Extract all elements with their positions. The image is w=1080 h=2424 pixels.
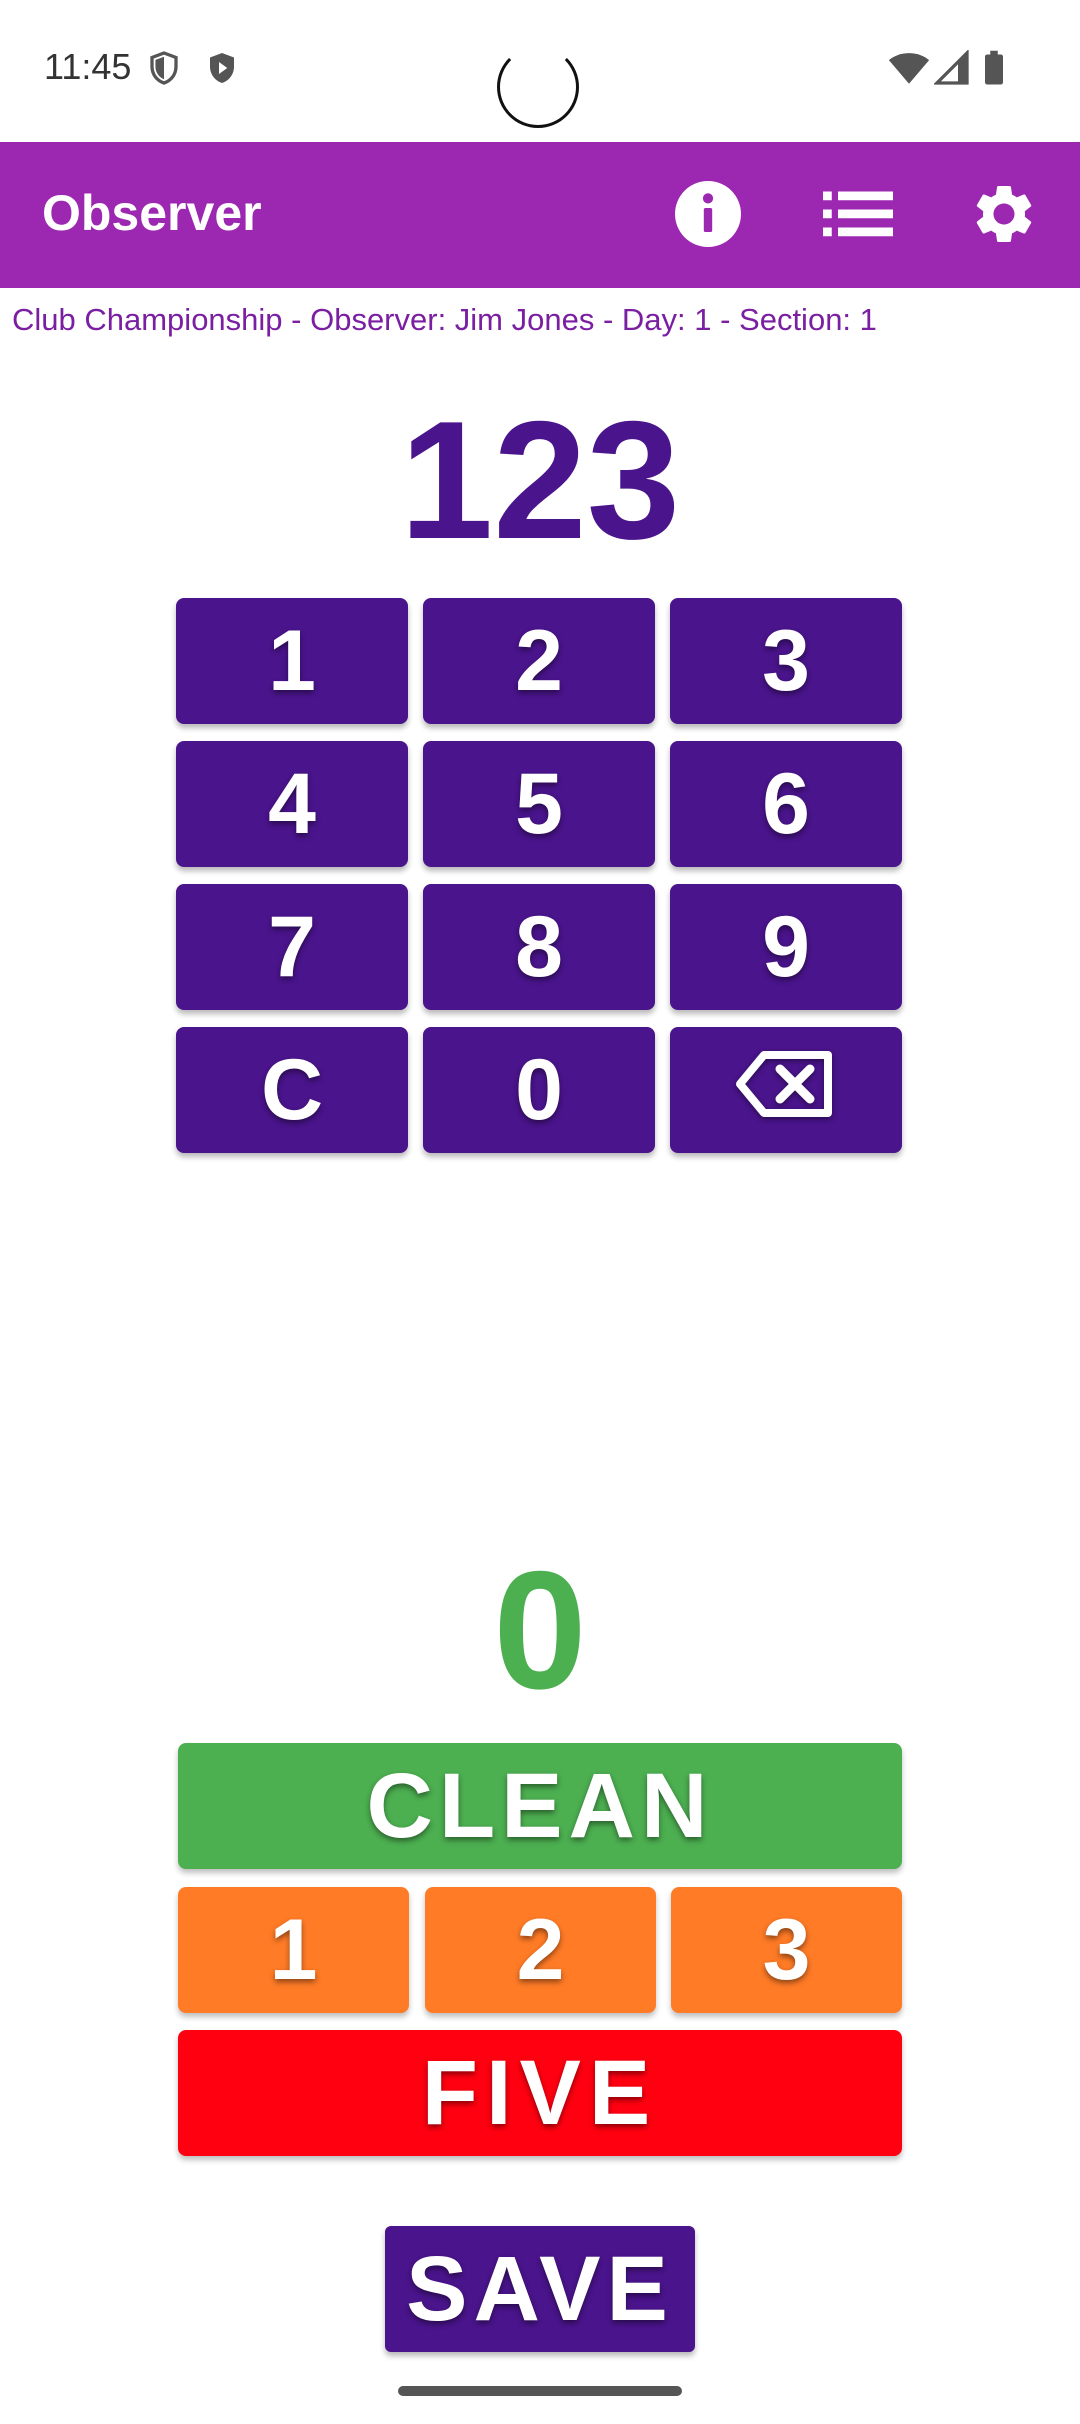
rider-number-display: 123	[399, 386, 681, 574]
status-time: 11:45	[44, 46, 132, 87]
battery-icon	[982, 50, 1006, 86]
key-3[interactable]: 3	[670, 598, 902, 724]
score-3-button[interactable]: 3	[671, 1887, 902, 2013]
list-icon	[823, 188, 893, 245]
screen: 11:45 Observer Club Championship - Obser…	[0, 0, 1080, 2424]
app-title: Observer	[42, 185, 262, 241]
key-9[interactable]: 9	[670, 884, 902, 1010]
key-2[interactable]: 2	[423, 598, 655, 724]
camera-cutout	[497, 46, 579, 128]
key-clear[interactable]: C	[176, 1027, 408, 1153]
shield-icon	[146, 50, 182, 86]
key-1[interactable]: 1	[176, 598, 408, 724]
key-6[interactable]: 6	[670, 741, 902, 867]
signal-icon	[933, 49, 970, 86]
key-8[interactable]: 8	[423, 884, 655, 1010]
wifi-icon	[888, 50, 930, 86]
clean-button[interactable]: CLEAN	[178, 1743, 902, 1869]
settings-icon	[969, 179, 1039, 254]
status-bar: 11:45	[0, 0, 1080, 142]
save-button[interactable]: SAVE	[385, 2226, 695, 2352]
gesture-nav-handle[interactable]	[398, 2386, 682, 2396]
score-2-button[interactable]: 2	[425, 1887, 656, 2013]
score-display: 0	[493, 1536, 587, 1724]
list-button[interactable]	[818, 176, 898, 256]
key-backspace[interactable]	[670, 1027, 902, 1153]
key-7[interactable]: 7	[176, 884, 408, 1010]
settings-button[interactable]	[964, 176, 1044, 256]
five-button[interactable]: FIVE	[178, 2030, 902, 2156]
app-bar: Observer	[0, 142, 1080, 288]
play-shield-icon	[204, 50, 240, 86]
key-4[interactable]: 4	[176, 741, 408, 867]
info-icon	[672, 178, 744, 255]
key-0[interactable]: 0	[423, 1027, 655, 1153]
info-button[interactable]	[668, 176, 748, 256]
context-line: Club Championship - Observer: Jim Jones …	[12, 302, 877, 337]
key-5[interactable]: 5	[423, 741, 655, 867]
score-1-button[interactable]: 1	[178, 1887, 409, 2013]
backspace-icon	[736, 1041, 836, 1140]
number-keypad: 1 2 3 4 5 6 7 8 9 C 0	[176, 598, 904, 1153]
